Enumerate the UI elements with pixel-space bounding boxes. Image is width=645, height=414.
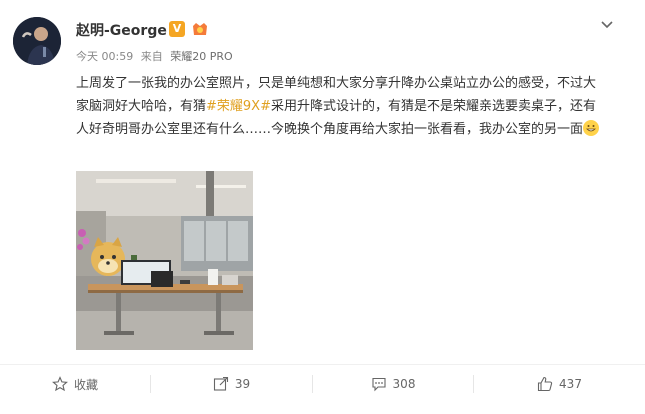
favorite-button[interactable]: 收藏 bbox=[0, 365, 150, 403]
thumbs-up-icon bbox=[537, 376, 553, 392]
chevron-down-icon[interactable] bbox=[599, 16, 615, 32]
avatar[interactable] bbox=[13, 17, 61, 65]
username[interactable]: 赵明-George bbox=[76, 20, 167, 40]
repost-button[interactable]: 39 bbox=[151, 365, 312, 403]
post-image[interactable] bbox=[76, 171, 253, 350]
favorite-label: 收藏 bbox=[73, 377, 98, 392]
weibo-post-card: 赵明-George V 今天 00:59 来自 荣耀20 PRO 上周发了一张我… bbox=[0, 0, 645, 414]
action-bar: 收藏 39 308 437 bbox=[0, 364, 645, 402]
star-icon bbox=[52, 376, 68, 392]
post-time[interactable]: 今天 00:59 bbox=[76, 50, 133, 63]
grin-emoji-icon bbox=[583, 120, 600, 136]
like-button[interactable]: 437 bbox=[474, 365, 645, 403]
post-text: 上周发了一张我的办公室照片，只是单纯想和大家分享升降办公桌站立办公的感受，不过大… bbox=[76, 72, 606, 141]
post-device[interactable]: 荣耀20 PRO bbox=[170, 50, 232, 63]
comment-icon bbox=[371, 377, 386, 392]
post-meta: 今天 00:59 来自 荣耀20 PRO bbox=[76, 48, 237, 64]
source-label: 来自 bbox=[140, 50, 163, 63]
vip-badge-icon bbox=[190, 20, 210, 38]
like-count: 437 bbox=[559, 377, 582, 391]
verified-badge: V bbox=[169, 21, 185, 37]
comment-button[interactable]: 308 bbox=[313, 365, 473, 403]
comment-count: 308 bbox=[392, 377, 416, 391]
repost-count: 39 bbox=[234, 377, 251, 391]
topic-link[interactable]: #荣耀9X# bbox=[206, 99, 271, 114]
share-icon bbox=[213, 376, 228, 391]
